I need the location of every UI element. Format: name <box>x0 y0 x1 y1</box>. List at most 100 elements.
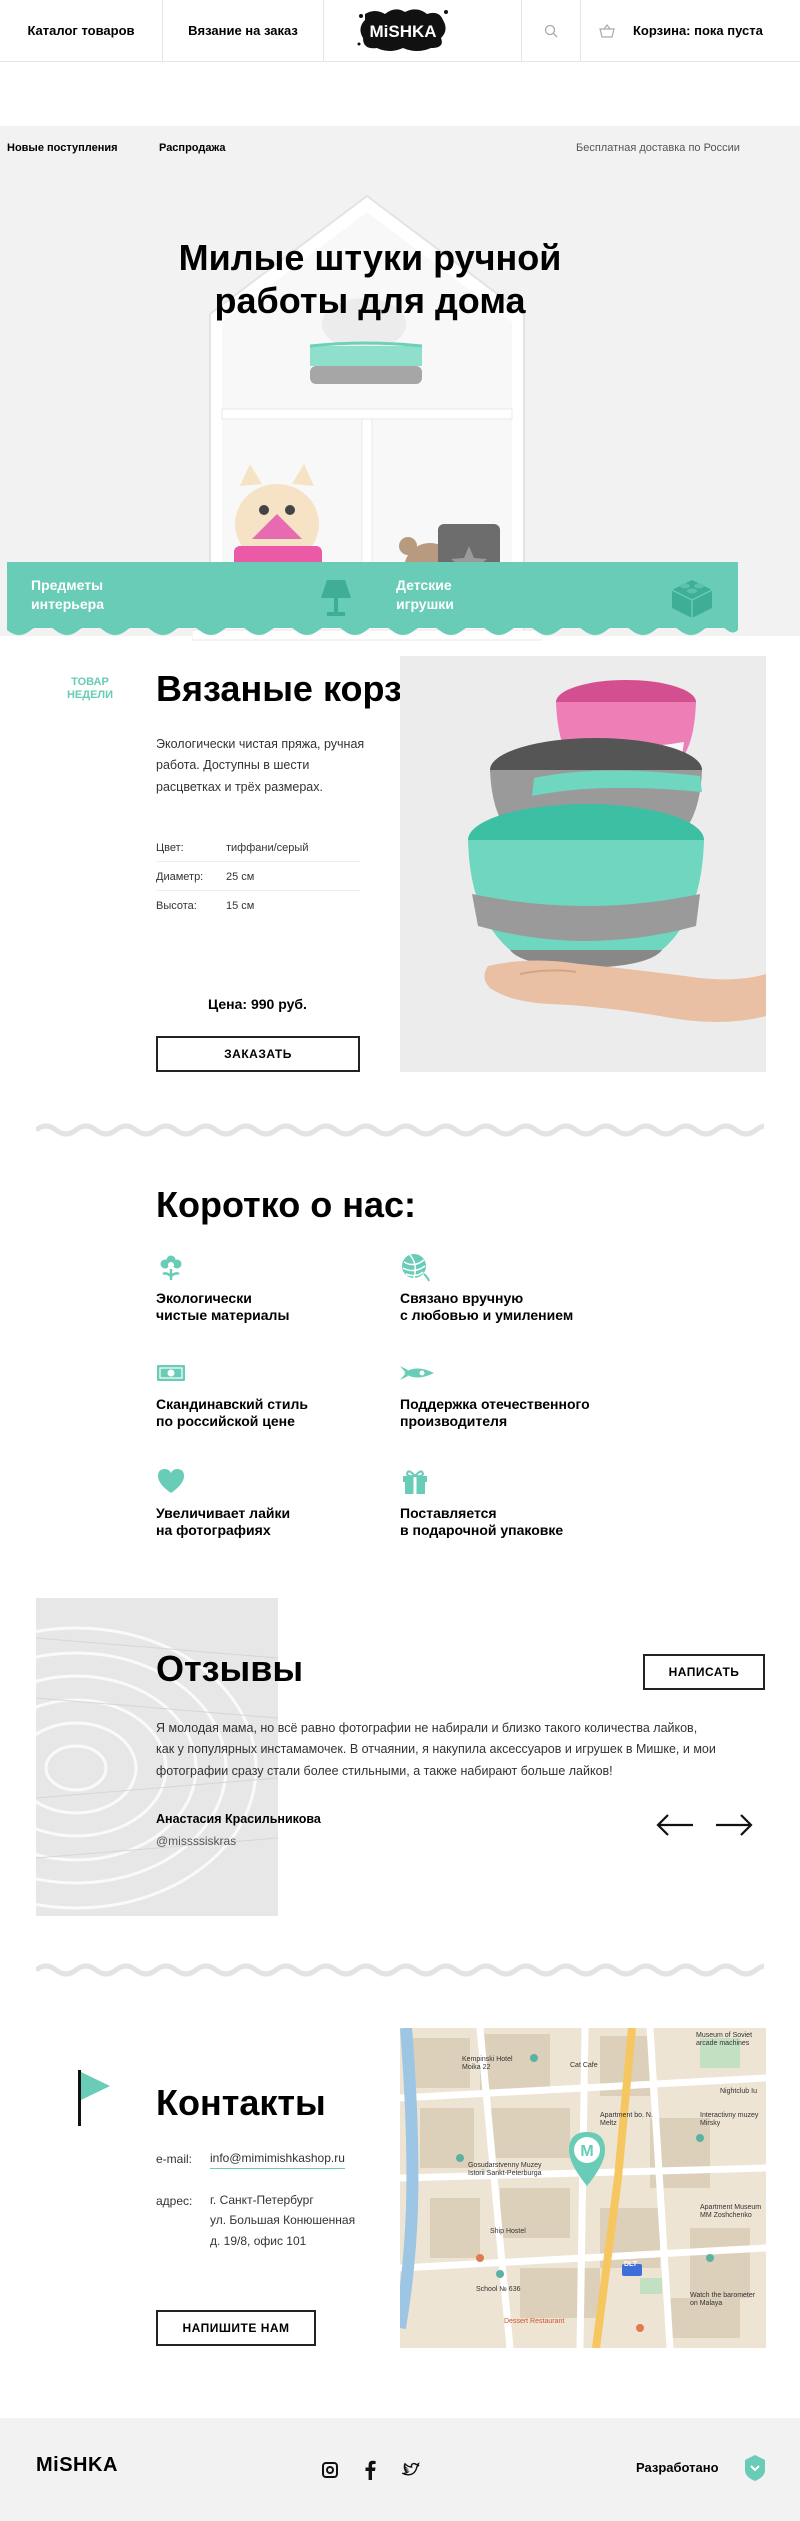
spec-value: тиффани/серый <box>226 842 309 854</box>
address-label: адрес: <box>156 2194 193 2208</box>
map-label: Dessert Restaurant <box>504 2318 565 2325</box>
map-label: Watch the barometer on Malaya <box>690 2292 756 2307</box>
subnav-sale-label: Распродажа <box>159 142 226 154</box>
feature-item: Поставляется в подарочной упаковке <box>400 1505 660 1539</box>
footer-logo[interactable]: MiSHKA <box>36 2454 118 2477</box>
promo-interior-line2: интерьера <box>31 595 104 612</box>
feature-line1: Связано вручную <box>400 1290 524 1306</box>
feature-item: Экологически чистые материалы <box>156 1290 416 1324</box>
write-review-button-label: Написать <box>668 1665 740 1679</box>
contacts-title: Контакты <box>156 2082 326 2123</box>
badge-line1: Товар <box>71 676 109 688</box>
yarn-ball-icon <box>402 1254 430 1282</box>
write-review-button[interactable]: Написать <box>643 1654 765 1690</box>
flower-icon <box>160 1255 182 1280</box>
rocket-icon <box>400 1366 434 1380</box>
map[interactable]: M Museum of Soviet arcade machines Kempi… <box>400 2028 766 2348</box>
feature-line2: по российской цене <box>156 1412 295 1429</box>
arrow-left-icon[interactable] <box>655 1812 695 1838</box>
cart-button[interactable]: Корзина: пока пуста <box>581 0 800 61</box>
map-label: School № 636 <box>476 2286 521 2293</box>
review-author-handle: @missssiskras <box>156 1834 237 1848</box>
cart-label: Корзина: пока пуста <box>633 23 763 38</box>
feature-item: Поддержка отечественного производителя <box>400 1396 660 1430</box>
subnav-sale[interactable]: Распродажа <box>159 142 226 154</box>
nav-custom-knitting[interactable]: Вязание на заказ <box>163 0 323 61</box>
feature-item: Связано вручную с любовью и умилением <box>400 1290 660 1324</box>
hero-wave-edge <box>7 626 738 635</box>
site-logo[interactable]: MiSHKA <box>355 6 451 54</box>
map-label: DLT <box>624 2261 638 2268</box>
nav-catalog[interactable]: Каталог товаров <box>0 0 162 61</box>
spec-key: Цвет: <box>156 842 184 854</box>
feature-item: Скандинавский стиль по российской цене <box>156 1396 416 1430</box>
map-marker-letter: M <box>580 2143 593 2160</box>
spec-row: Диаметр: 25 см <box>156 862 360 891</box>
facebook-icon[interactable] <box>364 2460 376 2480</box>
site-header: Каталог товаров Вязание на заказ MiSHKA … <box>0 0 800 62</box>
hero-section: Новые поступления Распродажа Бесплатная … <box>0 126 800 641</box>
address-line: ул. Большая Конюшенная <box>210 2213 356 2228</box>
map-label: Gosudarstvenny Muzey Istorii Sankt-Peter… <box>468 2162 542 2177</box>
flag-icon <box>78 2070 110 2126</box>
map-marker-icon[interactable]: M <box>565 2128 609 2188</box>
feature-line2: производителя <box>400 1412 508 1429</box>
feature-item: Увеличивает лайки на фотографиях <box>156 1505 416 1539</box>
basket-icon <box>599 23 615 38</box>
feature-line2: чистые материалы <box>156 1306 290 1323</box>
map-label: Cat Cafe <box>570 2062 598 2069</box>
spec-key: Высота: <box>156 900 197 912</box>
wave-divider <box>36 1963 764 1977</box>
order-button[interactable]: Заказать <box>156 1036 360 1072</box>
arrow-right-icon[interactable] <box>714 1812 754 1838</box>
search-button[interactable] <box>522 0 580 61</box>
email-label: e-mail: <box>156 2152 193 2166</box>
feature-line1: Скандинавский стиль <box>156 1396 308 1412</box>
map-label: Kempinski Hotel Moika 22 <box>462 2056 513 2071</box>
gift-icon <box>403 1470 427 1494</box>
hero-title: Милые штуки ручной работы для дома <box>178 237 562 322</box>
write-to-us-button-label: Напишите нам <box>182 2321 290 2335</box>
free-delivery-text: Бесплатная доставка по России <box>576 142 740 154</box>
promo-interior-label: Предметы интерьера <box>31 576 104 614</box>
banknote-icon <box>157 1365 185 1381</box>
order-button-label: Заказать <box>224 1047 292 1061</box>
map-label: Nightclub Iu <box>720 2088 757 2095</box>
spec-key: Диаметр: <box>156 871 204 883</box>
feature-line2: в подарочной упаковке <box>400 1521 564 1538</box>
developed-by-text: Разработано <box>636 2460 719 2475</box>
lego-brick-icon <box>671 580 713 618</box>
promo-kids-toys[interactable]: Детские игрушки <box>372 562 738 628</box>
map-label: Apartment Museum MM Zoshchenko <box>700 2204 762 2219</box>
feature-line2: с любовью и умилением <box>400 1306 574 1323</box>
spec-row: Высота: 15 см <box>156 891 360 920</box>
map-label: Apartment bo. N. Meltz <box>600 2112 653 2127</box>
twitter-icon[interactable] <box>402 2462 420 2478</box>
map-label: Interactivny muzey Mirsky <box>700 2112 759 2127</box>
write-to-us-button[interactable]: Напишите нам <box>156 2310 316 2346</box>
wave-divider <box>36 1123 764 1137</box>
email-link[interactable]: info@mimimishkashop.ru <box>210 2148 345 2170</box>
subnav-new-arrivals-label: Новые поступления <box>7 142 118 154</box>
logo-text: MiSHKA <box>369 22 436 41</box>
address-line: д. 19/8, офис 101 <box>210 2233 307 2248</box>
instagram-icon[interactable] <box>322 2462 338 2478</box>
nav-custom-knitting-label: Вязание на заказ <box>188 23 298 38</box>
site-footer: MiSHKA Разработано <box>0 2418 800 2521</box>
htmlacademy-icon[interactable] <box>744 2454 766 2482</box>
feature-line1: Поставляется <box>400 1505 497 1521</box>
promo-kids-toys-line1: Детские <box>396 577 452 593</box>
review-text: Я молодая мама, но всё равно фотографии … <box>156 1721 716 1778</box>
promo-interior-line1: Предметы <box>31 577 104 593</box>
subnav-new-arrivals[interactable]: Новые поступления <box>7 142 118 154</box>
feature-line2: на фотографиях <box>156 1521 271 1538</box>
feature-line1: Увеличивает лайки <box>156 1505 291 1521</box>
spec-value: 25 см <box>226 871 255 883</box>
product-photo <box>400 656 766 1072</box>
spec-row: Цвет: тиффани/серый <box>156 833 360 862</box>
heart-icon <box>158 1469 184 1493</box>
promo-interior[interactable]: Предметы интерьера <box>7 562 372 628</box>
lamp-icon <box>321 580 351 616</box>
reviews-title: Отзывы <box>156 1648 304 1689</box>
spec-value: 15 см <box>226 900 255 912</box>
